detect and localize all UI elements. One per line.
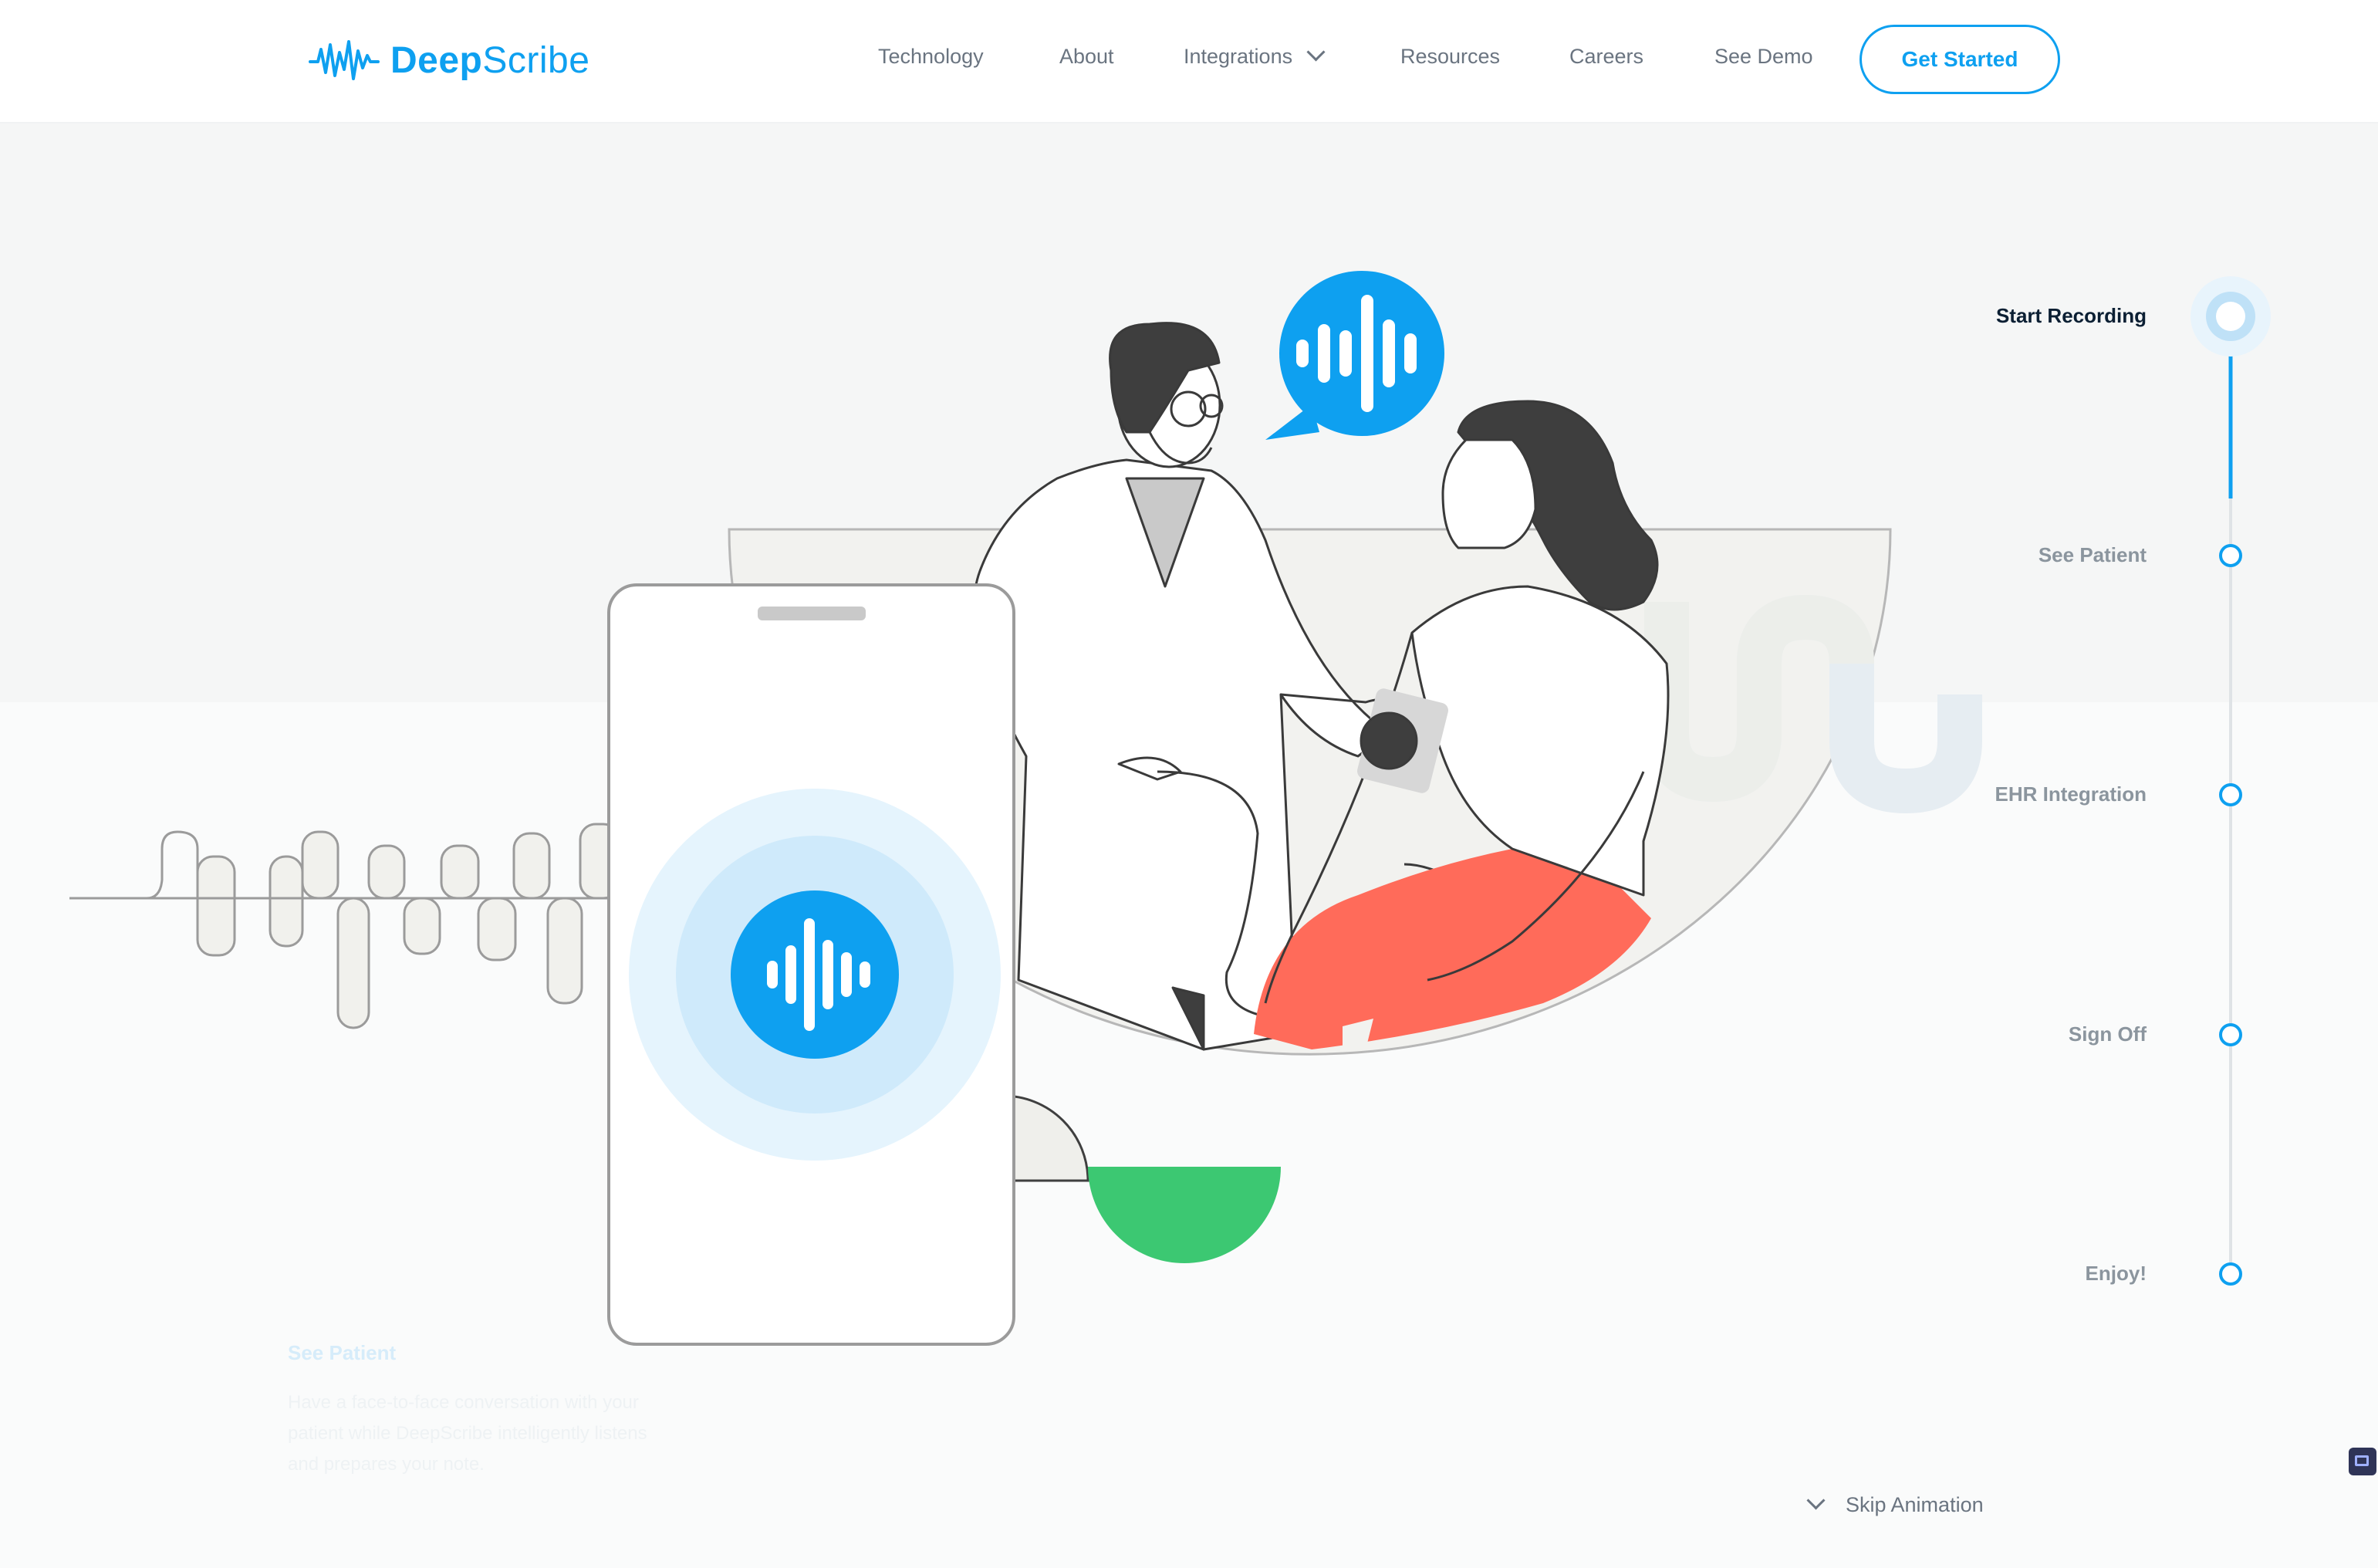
step-enjoy[interactable]: Enjoy! — [2086, 1262, 2147, 1286]
step-dot-sign-off[interactable] — [2219, 1023, 2242, 1046]
decor-half-circle — [1002, 1094, 1089, 1182]
decor-green-bowl — [1088, 1167, 1281, 1263]
step-dot-ehr-integration[interactable] — [2219, 783, 2242, 806]
step-ehr-integration[interactable]: EHR Integration — [1995, 782, 2147, 806]
skip-animation-label: Skip Animation — [1846, 1493, 1984, 1516]
step-dot-enjoy[interactable] — [2219, 1262, 2242, 1286]
waveform-bars — [69, 823, 620, 1029]
step-dot-see-patient[interactable] — [2219, 544, 2242, 567]
step-sign-off[interactable]: Sign Off — [2069, 1022, 2147, 1046]
caption-title: See Patient — [288, 1341, 397, 1364]
chevron-down-icon — [1806, 1491, 1826, 1510]
step-start-recording[interactable]: Start Recording — [1996, 304, 2147, 328]
skip-animation-button[interactable]: Skip Animation — [1806, 1491, 1984, 1517]
chat-widget-icon[interactable] — [2349, 1448, 2376, 1475]
record-button[interactable] — [731, 890, 899, 1059]
caption-body: Have a face-to-face conversation with yo… — [288, 1392, 647, 1475]
step-see-patient[interactable]: See Patient — [2039, 543, 2147, 567]
